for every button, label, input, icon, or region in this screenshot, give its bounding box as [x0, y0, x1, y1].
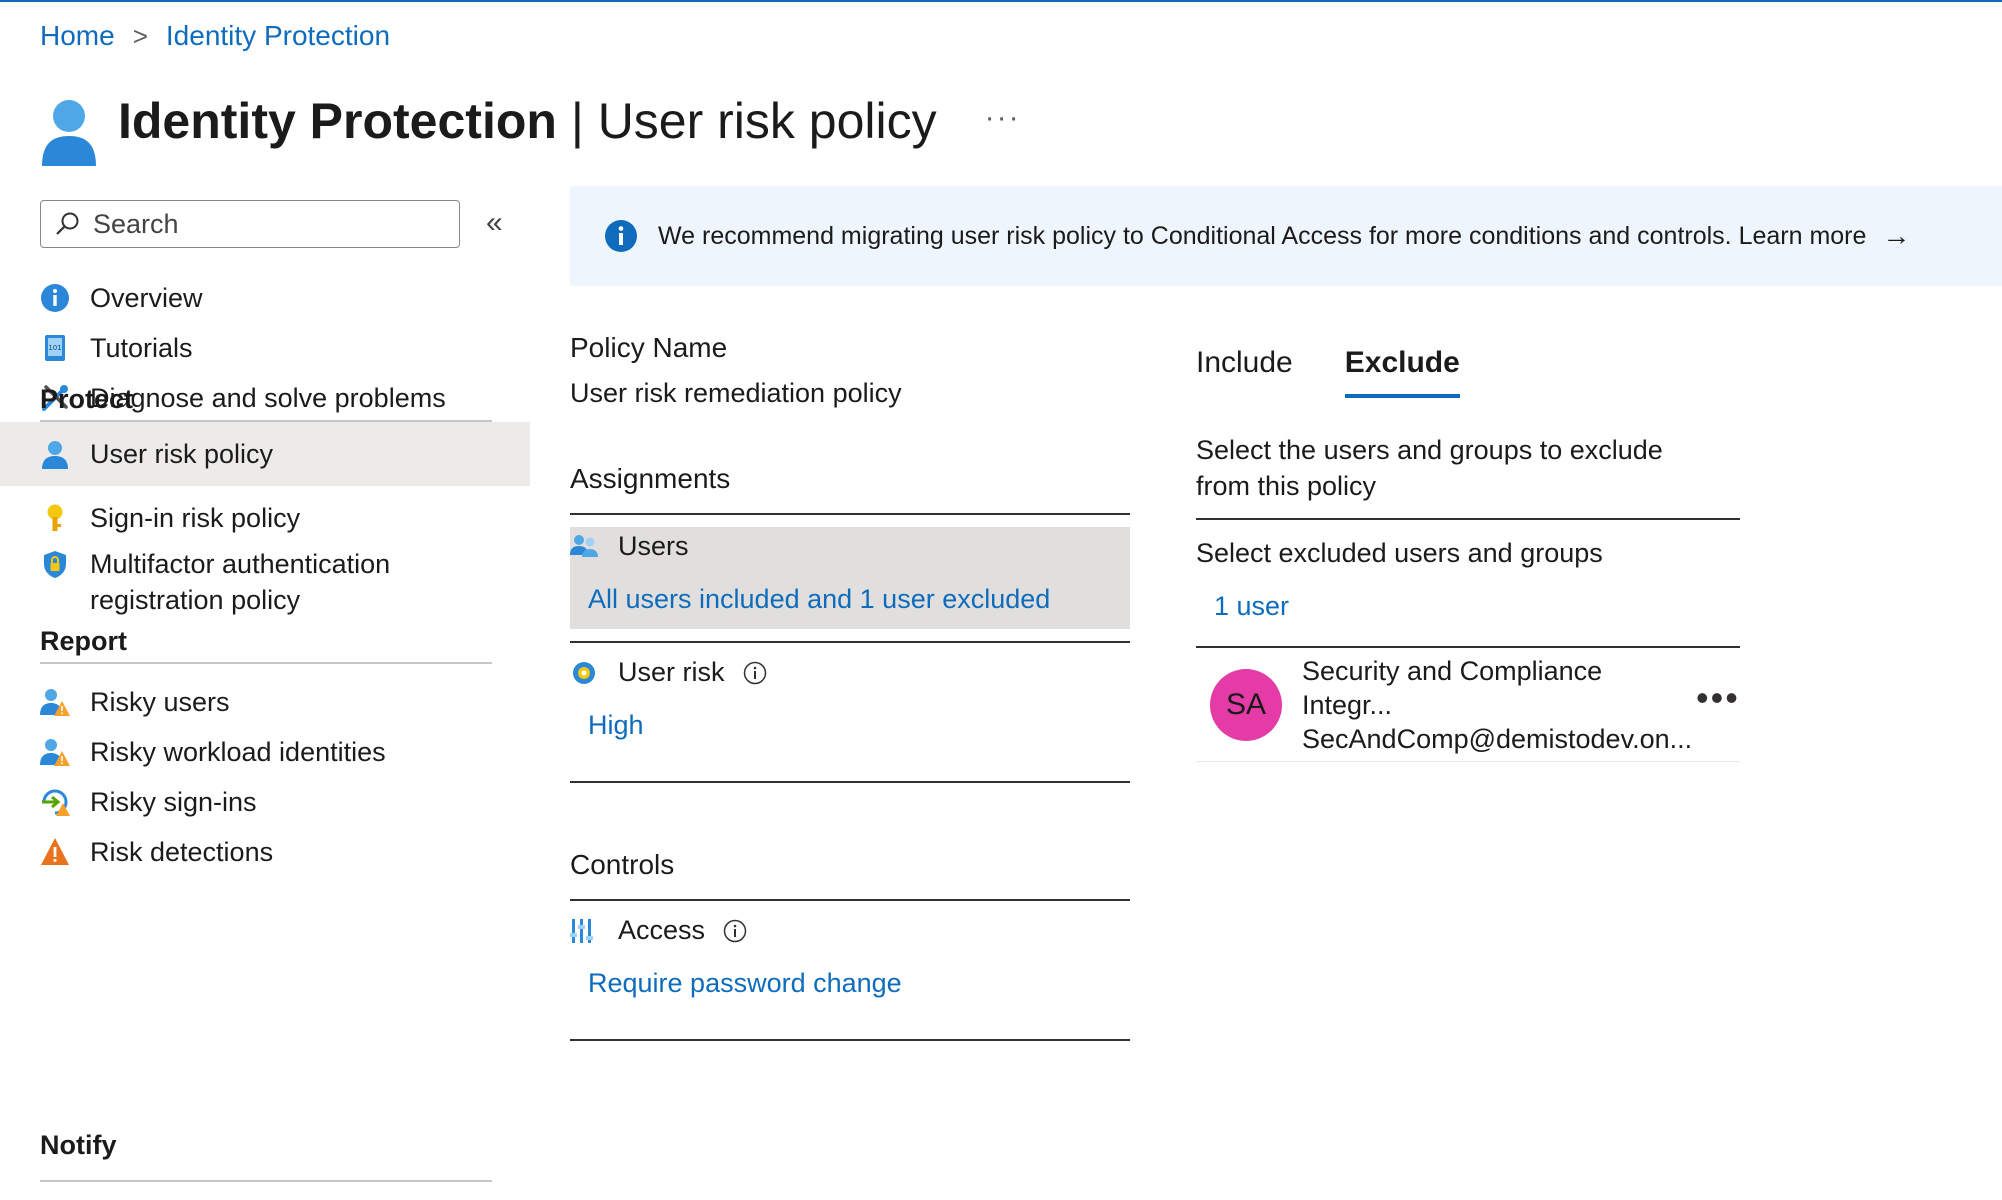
risky-workload-icon	[40, 739, 70, 766]
section-divider	[40, 662, 492, 664]
users-assignment[interactable]: Users All users included and 1 user excl…	[570, 527, 1130, 629]
collapse-sidebar-button[interactable]: «	[486, 206, 503, 240]
user-risk-link[interactable]: High	[570, 710, 1130, 741]
warning-icon	[41, 838, 69, 865]
user-risk-label: User risk	[618, 657, 725, 687]
banner-text[interactable]: We recommend migrating user risk policy …	[658, 222, 1866, 251]
policy-name-value: User risk remediation policy	[570, 378, 902, 408]
select-excluded-label: Select excluded users and groups	[1196, 538, 1603, 568]
info-icon[interactable]	[743, 661, 767, 685]
section-notify-title: Notify	[40, 1130, 117, 1160]
tab-include[interactable]: Include	[1196, 346, 1293, 398]
search-icon	[56, 212, 79, 235]
policy-name-label: Policy Name	[570, 332, 728, 363]
access-label: Access	[618, 915, 706, 945]
divider	[570, 513, 1130, 515]
excluded-user-row: SA Security and Compliance Integr... Sec…	[1196, 648, 1740, 762]
risky-user-icon	[40, 689, 70, 716]
users-icon	[570, 534, 598, 557]
breadcrumb-separator: >	[132, 20, 148, 51]
excluded-user-info: Security and Compliance Integr... SecAnd…	[1302, 654, 1693, 756]
assignments-heading: Assignments	[570, 463, 731, 494]
user-more-options-button[interactable]: •••	[1696, 677, 1740, 719]
excluded-user-name: Security and Compliance Integr...	[1302, 655, 1603, 720]
sidebar-item-user-risk-policy[interactable]: User risk policy	[0, 422, 530, 486]
svg-text:101: 101	[48, 344, 61, 352]
section-report-title: Report	[40, 626, 127, 656]
include-exclude-tabs: Include Exclude	[1196, 346, 1740, 398]
excluded-users-count-link[interactable]: 1 user	[1196, 591, 1740, 622]
divider	[570, 781, 1130, 783]
book-icon: 101	[45, 335, 65, 361]
divider	[1196, 518, 1740, 520]
user-icon	[42, 441, 68, 469]
user-icon	[42, 100, 96, 166]
exclude-description: Select the users and groups to exclude f…	[1196, 435, 1663, 501]
search-input[interactable]	[93, 208, 433, 240]
page-header: Identity Protection | User risk policy ·…	[40, 72, 1021, 170]
shield-lock-icon	[44, 551, 66, 578]
section-protect-title: Protect	[40, 384, 134, 414]
arrow-right-icon[interactable]: →	[1882, 220, 1910, 252]
divider	[570, 641, 1130, 643]
access-header: Access	[570, 915, 1130, 946]
access-control[interactable]: Access Require password change	[570, 915, 1130, 1025]
policy-details: Policy Name User risk remediation policy…	[570, 320, 1130, 1041]
sidebar-item-mfa-registration-policy[interactable]: Multifactor authentication registration p…	[0, 536, 530, 626]
risky-sign-in-icon	[42, 789, 70, 816]
sidebar-item-label: Multifactor authentication registration p…	[90, 549, 391, 615]
avatar: SA	[1210, 668, 1282, 741]
search-box[interactable]	[40, 200, 460, 248]
info-icon	[41, 284, 69, 312]
users-label: Users	[618, 531, 689, 561]
divider	[570, 1039, 1130, 1041]
page-title: Identity Protection | User risk policy	[118, 93, 937, 149]
info-icon	[605, 220, 637, 252]
top-accent-line	[0, 0, 2002, 2]
controls-heading: Controls	[570, 849, 675, 880]
access-control-link[interactable]: Require password change	[570, 968, 1130, 999]
user-risk-condition[interactable]: User risk High	[570, 657, 1130, 767]
migration-info-banner: We recommend migrating user risk policy …	[570, 186, 2002, 286]
excluded-user-email: SecAndComp@demistodev.on...	[1302, 723, 1693, 754]
user-risk-header: User risk	[570, 657, 1130, 688]
section-divider	[40, 1180, 492, 1182]
exclude-panel: Include Exclude Select the users and gro…	[1196, 320, 1740, 762]
sidebar-item-risk-detections[interactable]: Risk detections	[0, 820, 530, 884]
users-assignment-link[interactable]: All users included and 1 user excluded	[570, 584, 1130, 615]
breadcrumb-home-link[interactable]: Home	[40, 20, 115, 52]
info-icon[interactable]	[723, 919, 747, 943]
gear-user-icon	[573, 661, 595, 684]
tab-exclude[interactable]: Exclude	[1344, 346, 1460, 398]
breadcrumb: Home > Identity Protection	[40, 20, 390, 52]
access-controls-icon	[570, 918, 593, 943]
divider	[570, 899, 1130, 901]
breadcrumb-identity-protection-link[interactable]: Identity Protection	[166, 20, 390, 52]
key-icon	[47, 504, 63, 531]
users-header: Users	[570, 531, 1130, 562]
more-options-button[interactable]: ···	[985, 101, 1021, 135]
